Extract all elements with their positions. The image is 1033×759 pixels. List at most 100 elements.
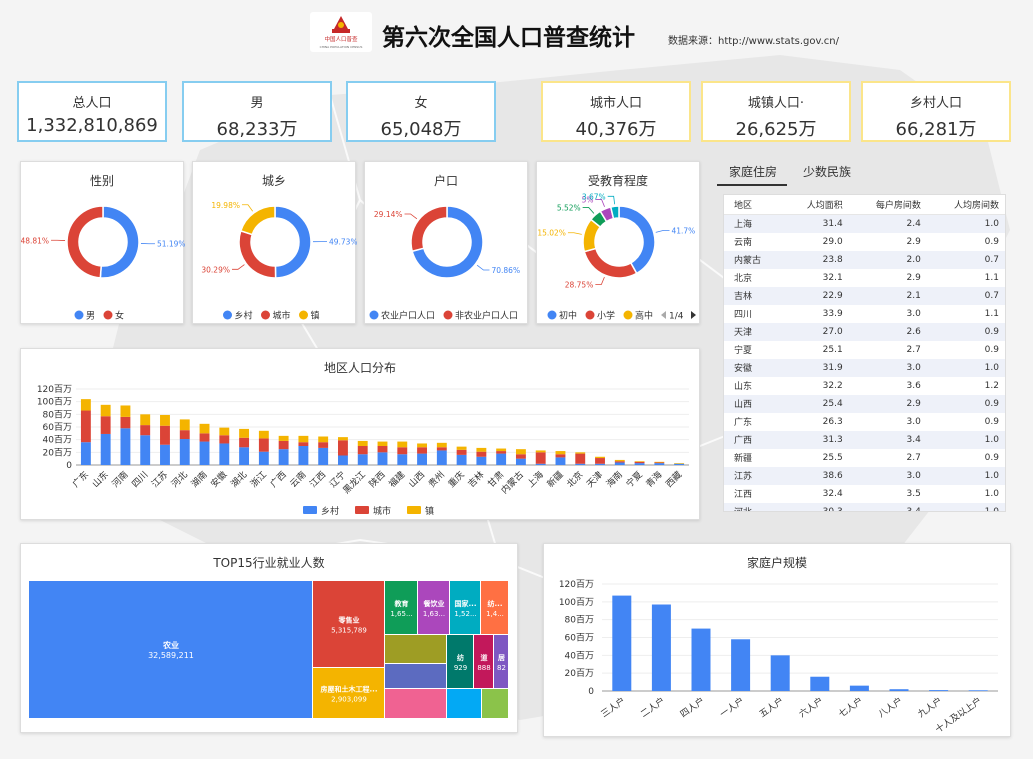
- bar-segment[interactable]: [160, 414, 170, 426]
- legend-marker[interactable]: [623, 310, 633, 320]
- treemap-cell[interactable]: [385, 635, 446, 663]
- bar-segment[interactable]: [614, 459, 625, 462]
- bar-segment[interactable]: [199, 433, 210, 442]
- bar-segment[interactable]: [239, 437, 250, 448]
- treemap-cell[interactable]: [385, 689, 446, 718]
- bar-segment[interactable]: [436, 450, 447, 465]
- bar[interactable]: [731, 639, 751, 691]
- bar-segment[interactable]: [357, 440, 368, 446]
- bar-segment[interactable]: [634, 461, 645, 462]
- bar-segment[interactable]: [258, 430, 269, 439]
- bar-segment[interactable]: [377, 452, 388, 465]
- bar-segment[interactable]: [338, 455, 348, 466]
- bar-segment[interactable]: [298, 446, 309, 465]
- bar-segment[interactable]: [239, 428, 250, 438]
- bar-segment[interactable]: [278, 435, 289, 441]
- table-header-cell[interactable]: 每户房间数: [848, 195, 927, 215]
- donut-slice[interactable]: [239, 205, 276, 236]
- legend-marker[interactable]: [585, 310, 595, 320]
- bar-segment[interactable]: [555, 457, 566, 465]
- donut-slice[interactable]: [99, 205, 140, 279]
- bar-segment[interactable]: [120, 416, 131, 429]
- bar-segment[interactable]: [476, 451, 487, 457]
- legend-prev-arrow-icon[interactable]: [661, 311, 666, 319]
- bar-segment[interactable]: [318, 442, 329, 448]
- bar-segment[interactable]: [298, 442, 309, 446]
- bar-segment[interactable]: [278, 449, 289, 465]
- legend-marker[interactable]: [303, 506, 317, 514]
- bar-segment[interactable]: [397, 441, 408, 448]
- bar-segment[interactable]: [179, 419, 190, 431]
- bar-segment[interactable]: [496, 448, 507, 452]
- bar-segment[interactable]: [436, 442, 447, 448]
- bar-segment[interactable]: [575, 463, 586, 465]
- legend-marker[interactable]: [443, 310, 453, 320]
- table-header-cell[interactable]: 人均面积: [782, 195, 849, 215]
- bar-segment[interactable]: [634, 463, 645, 465]
- bar[interactable]: [889, 689, 909, 691]
- bar-segment[interactable]: [258, 451, 269, 465]
- bar-segment[interactable]: [357, 446, 368, 455]
- bar-segment[interactable]: [199, 423, 210, 434]
- table-header-cell[interactable]: 地区: [724, 195, 783, 215]
- bar-segment[interactable]: [338, 440, 348, 456]
- tab-housing[interactable]: 家庭住房: [729, 163, 777, 180]
- bar-segment[interactable]: [535, 450, 546, 453]
- bar-segment[interactable]: [515, 449, 526, 455]
- legend-marker[interactable]: [369, 310, 379, 320]
- bar-segment[interactable]: [674, 463, 685, 464]
- bar-segment[interactable]: [575, 452, 586, 454]
- legend-marker[interactable]: [355, 506, 369, 514]
- bar-segment[interactable]: [179, 439, 190, 465]
- donut-slice[interactable]: [410, 205, 448, 253]
- bar-segment[interactable]: [496, 451, 507, 454]
- bar-segment[interactable]: [417, 447, 427, 454]
- legend-marker[interactable]: [299, 310, 308, 320]
- bar[interactable]: [770, 655, 790, 691]
- bar-segment[interactable]: [140, 425, 151, 436]
- bar-segment[interactable]: [140, 435, 151, 465]
- bar-segment[interactable]: [100, 416, 111, 434]
- bar-segment[interactable]: [436, 447, 447, 451]
- bar[interactable]: [691, 628, 711, 691]
- bar[interactable]: [929, 690, 949, 691]
- bar-segment[interactable]: [674, 463, 685, 465]
- bar-segment[interactable]: [160, 425, 170, 445]
- bar-segment[interactable]: [575, 453, 586, 464]
- bar-segment[interactable]: [654, 461, 665, 463]
- legend-next-arrow-icon[interactable]: [691, 311, 696, 319]
- bar-segment[interactable]: [595, 463, 605, 465]
- legend-marker[interactable]: [547, 310, 557, 320]
- bar-segment[interactable]: [555, 454, 566, 458]
- bar-segment[interactable]: [80, 410, 91, 443]
- legend-marker[interactable]: [223, 310, 232, 320]
- bar-segment[interactable]: [654, 462, 665, 464]
- table-header-cell[interactable]: 人均房间数: [926, 195, 1005, 215]
- treemap-cell[interactable]: [447, 689, 481, 718]
- bar-segment[interactable]: [515, 458, 526, 465]
- bar-segment[interactable]: [199, 441, 210, 465]
- bar[interactable]: [968, 690, 988, 691]
- bar-segment[interactable]: [496, 453, 507, 465]
- bar-segment[interactable]: [417, 453, 427, 465]
- donut-slice[interactable]: [274, 205, 312, 279]
- bar-segment[interactable]: [258, 438, 269, 452]
- bar-segment[interactable]: [515, 454, 526, 459]
- legend-marker[interactable]: [74, 310, 84, 320]
- bar-segment[interactable]: [595, 456, 605, 459]
- bar-segment[interactable]: [120, 428, 131, 465]
- bar-segment[interactable]: [179, 430, 190, 440]
- bar-segment[interactable]: [120, 405, 131, 417]
- legend-marker[interactable]: [261, 310, 270, 320]
- bar-segment[interactable]: [357, 454, 368, 465]
- bar-segment[interactable]: [654, 463, 665, 465]
- bar-segment[interactable]: [318, 447, 329, 465]
- bar-segment[interactable]: [140, 414, 151, 426]
- bar[interactable]: [849, 685, 869, 691]
- bar-segment[interactable]: [397, 447, 408, 455]
- bar-segment[interactable]: [535, 463, 546, 465]
- housing-table-container[interactable]: 地区 人均面积 每户房间数 人均房间数 上海 31.4 2.4 1.0 云南 29.0 2.9 0.…: [723, 194, 1006, 512]
- bar-segment[interactable]: [160, 444, 170, 465]
- legend-marker[interactable]: [103, 310, 113, 320]
- bar-segment[interactable]: [100, 433, 111, 465]
